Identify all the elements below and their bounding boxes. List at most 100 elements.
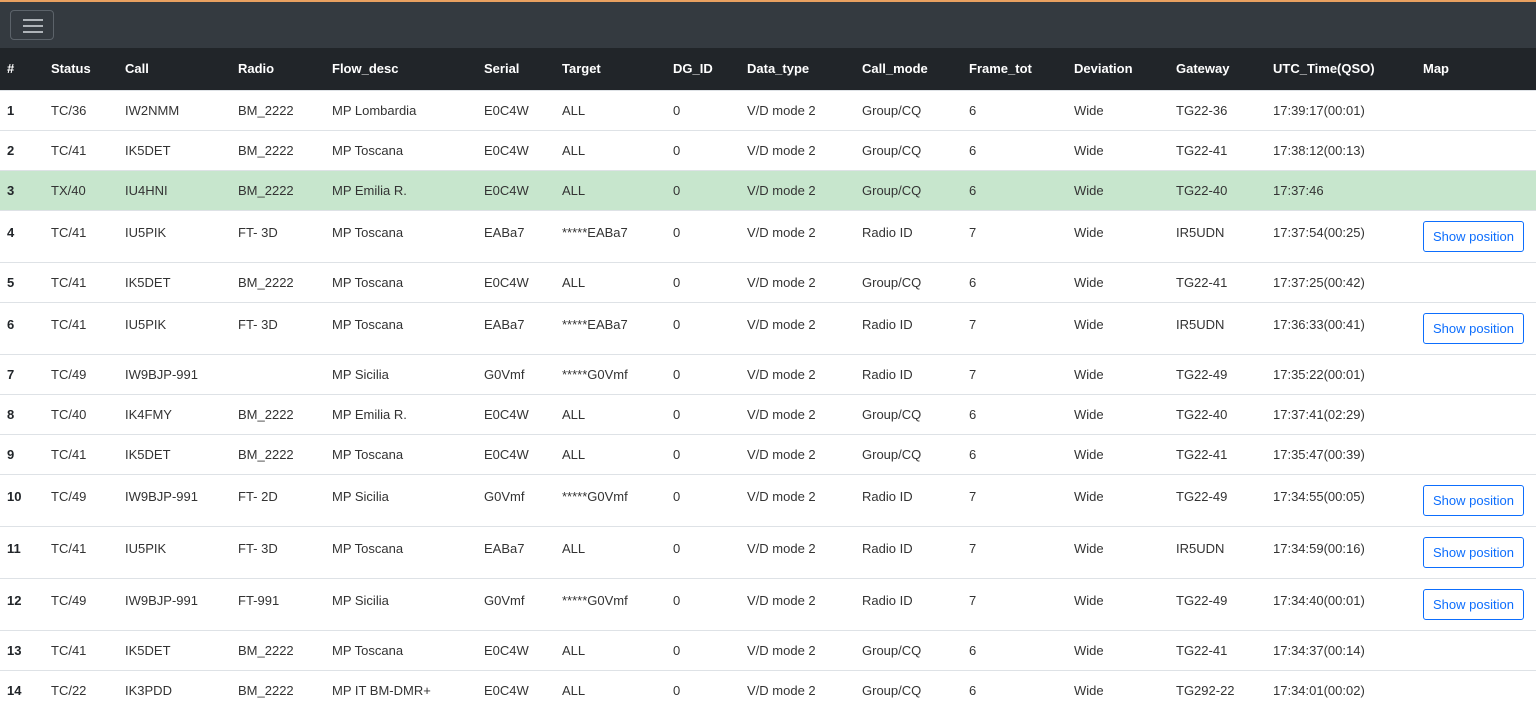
utc-time-cell: 17:34:40(00:01) (1266, 577, 1416, 630)
dg-id-cell: 0 (666, 525, 740, 578)
utc-time-cell: 17:37:25(00:42) (1266, 261, 1416, 302)
row-number: 10 (0, 473, 44, 526)
row-number: 2 (0, 129, 44, 170)
flow-desc-cell: MP Emilia R. (325, 393, 477, 434)
flow-desc-cell: MP IT BM-DMR+ (325, 669, 477, 710)
utc-time-cell: 17:38:12(00:13) (1266, 129, 1416, 170)
call-mode-cell: Radio ID (855, 301, 962, 354)
serial-cell: E0C4W (477, 89, 555, 130)
call-mode-cell: Group/CQ (855, 129, 962, 170)
serial-cell: E0C4W (477, 261, 555, 302)
show-position-button[interactable]: Show position (1423, 312, 1524, 344)
table-row: 10 TC/49 IW9BJP-991 FT- 2D MP Sicilia G0Vmf **… (0, 473, 1536, 526)
column-header-utc-time-qso: UTC_Time(QSO) (1273, 61, 1375, 77)
map-cell (1416, 261, 1536, 302)
utc-time-cell: 17:35:47(00:39) (1266, 433, 1416, 474)
frame-tot-cell: 6 (962, 261, 1067, 302)
frame-tot-cell: 6 (962, 393, 1067, 434)
target-cell: *****G0Vmf (555, 473, 666, 526)
radio-cell: BM_2222 (231, 669, 325, 710)
row-number: 7 (0, 353, 44, 394)
table-row: 11 TC/41 IU5PIK FT- 3D MP Toscana EABa7 ALL 0 V/… (0, 525, 1536, 578)
show-position-button[interactable]: Show position (1423, 536, 1524, 568)
frame-tot-cell: 6 (962, 629, 1067, 670)
call-cell: IK5DET (118, 433, 231, 474)
gateway-cell: TG22-40 (1169, 169, 1266, 210)
column-header-map: Map (1423, 61, 1449, 77)
deviation-cell: Wide (1067, 261, 1169, 302)
frame-tot-cell: 7 (962, 577, 1067, 630)
row-number: 12 (0, 577, 44, 630)
target-cell: ALL (555, 129, 666, 170)
map-cell (1416, 669, 1536, 710)
deviation-cell: Wide (1067, 473, 1169, 526)
column-header-status: Status (51, 61, 91, 77)
dg-id-cell: 0 (666, 473, 740, 526)
serial-cell: E0C4W (477, 393, 555, 434)
column-header-dg-id: DG_ID (673, 61, 713, 77)
call-mode-cell: Radio ID (855, 525, 962, 578)
show-position-button[interactable]: Show position (1423, 484, 1524, 516)
column-header-call-mode: Call_mode (862, 61, 928, 77)
call-mode-cell: Radio ID (855, 209, 962, 262)
show-position-button[interactable]: Show position (1423, 588, 1524, 620)
gateway-cell: TG22-41 (1169, 261, 1266, 302)
deviation-cell: Wide (1067, 629, 1169, 670)
row-number: 5 (0, 261, 44, 302)
data-type-cell: V/D mode 2 (740, 433, 855, 474)
map-cell (1416, 89, 1536, 130)
target-cell: ALL (555, 261, 666, 302)
table-row: 13 TC/41 IK5DET BM_2222 MP Toscana E0C4W ALL 0 V… (0, 629, 1536, 670)
utc-time-cell: 17:34:55(00:05) (1266, 473, 1416, 526)
show-position-button[interactable]: Show position (1423, 220, 1524, 252)
frame-tot-cell: 7 (962, 301, 1067, 354)
data-type-cell: V/D mode 2 (740, 473, 855, 526)
map-cell: Show position (1416, 209, 1536, 262)
status-cell: TX/40 (44, 169, 118, 210)
gateway-cell: TG22-40 (1169, 393, 1266, 434)
gateway-cell: TG292-22 (1169, 669, 1266, 710)
row-number: 11 (0, 525, 44, 578)
table-row: 5 TC/41 IK5DET BM_2222 MP Toscana E0C4W ALL 0 V/… (0, 261, 1536, 302)
status-cell: TC/41 (44, 129, 118, 170)
call-mode-cell: Group/CQ (855, 393, 962, 434)
map-cell (1416, 629, 1536, 670)
data-type-cell: V/D mode 2 (740, 393, 855, 434)
flow-desc-cell: MP Toscana (325, 209, 477, 262)
frame-tot-cell: 6 (962, 89, 1067, 130)
radio-cell: FT- 3D (231, 525, 325, 578)
call-cell: IK3PDD (118, 669, 231, 710)
gateway-cell: TG22-41 (1169, 433, 1266, 474)
status-cell: TC/49 (44, 353, 118, 394)
status-cell: TC/41 (44, 525, 118, 578)
radio-cell: BM_2222 (231, 169, 325, 210)
dg-id-cell: 0 (666, 209, 740, 262)
column-header-serial: Serial (484, 61, 520, 77)
frame-tot-cell: 7 (962, 473, 1067, 526)
column-header-target: Target (562, 61, 601, 77)
table-row: 6 TC/41 IU5PIK FT- 3D MP Toscana EABa7 *****EA… (0, 301, 1536, 354)
flow-desc-cell: MP Sicilia (325, 473, 477, 526)
dg-id-cell: 0 (666, 393, 740, 434)
radio-cell: FT- 2D (231, 473, 325, 526)
column-header-radio: Radio (238, 61, 275, 77)
gateway-cell: TG22-36 (1169, 89, 1266, 130)
deviation-cell: Wide (1067, 169, 1169, 210)
menu-toggle-button[interactable] (10, 10, 54, 40)
table-row: 14 TC/22 IK3PDD BM_2222 MP IT BM-DMR+ E0C4W AL… (0, 669, 1536, 710)
column-header-deviation: Deviation (1074, 61, 1133, 77)
deviation-cell: Wide (1067, 301, 1169, 354)
gateway-cell: TG22-49 (1169, 353, 1266, 394)
frame-tot-cell: 7 (962, 353, 1067, 394)
table-body: 1 TC/36 IW2NMM BM_2222 MP Lombardia E0C4W ALL 0… (0, 89, 1536, 710)
flow-desc-cell: MP Toscana (325, 129, 477, 170)
table-row: 4 TC/41 IU5PIK FT- 3D MP Toscana EABa7 *****EA… (0, 209, 1536, 262)
status-cell: TC/40 (44, 393, 118, 434)
target-cell: *****EABa7 (555, 301, 666, 354)
radio-cell: BM_2222 (231, 433, 325, 474)
map-cell (1416, 433, 1536, 474)
frame-tot-cell: 7 (962, 525, 1067, 578)
map-cell: Show position (1416, 301, 1536, 354)
radio-cell (231, 353, 325, 394)
serial-cell: G0Vmf (477, 577, 555, 630)
